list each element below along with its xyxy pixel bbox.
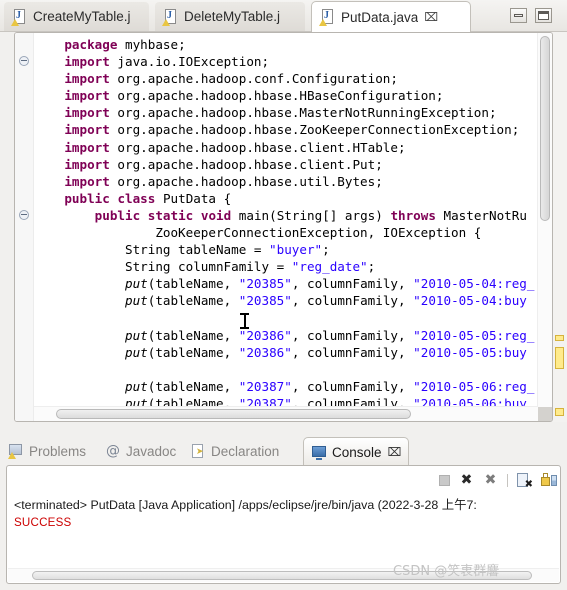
warning-marker[interactable] — [555, 408, 564, 416]
scroll-lock-icon[interactable] — [541, 472, 557, 488]
code-line: import org.apache.hadoop.hbase.HBaseConf… — [64, 88, 444, 104]
code-line: public static void main(String[] args) t… — [94, 207, 527, 223]
code-line: package myhbase; — [64, 37, 186, 52]
editor-horizontal-scrollbar[interactable] — [34, 406, 538, 421]
code-line: ZooKeeperConnectionException, IOExceptio… — [34, 225, 482, 241]
editor-tab-putdata[interactable]: J PutData.java ⌧ — [311, 1, 471, 32]
code-line: import org.apache.hadoop.hbase.util.Byte… — [64, 173, 383, 189]
code-viewport[interactable]: package myhbase; import java.io.IOExcept… — [34, 33, 538, 407]
declaration-icon: ➤ — [190, 443, 206, 459]
console-tab-bar: Problems @ Javadoc ➤ Declaration Console… — [0, 437, 567, 466]
editor-vertical-scrollbar-thumb[interactable] — [540, 36, 550, 221]
tab-label: Declaration — [211, 443, 280, 459]
maximize-icon[interactable] — [535, 8, 552, 23]
java-file-warning-icon: J — [162, 8, 178, 26]
tab-declaration[interactable]: ➤ Declaration — [190, 437, 279, 465]
tab-close-icon[interactable]: ⌧ — [424, 10, 438, 24]
tab-problems[interactable]: Problems — [8, 437, 86, 465]
code-line: import org.apache.hadoop.hbase.ZooKeeper… — [64, 122, 520, 138]
toolbar-separator — [507, 473, 508, 487]
editor-vertical-scrollbar[interactable] — [537, 33, 552, 407]
editor-tab-label: PutData.java — [341, 9, 419, 25]
code-line: import org.apache.hadoop.hbase.client.Pu… — [64, 156, 383, 172]
console-icon — [311, 445, 327, 460]
tab-label: Console — [332, 444, 382, 460]
code-line: import java.io.IOException; — [64, 54, 270, 70]
warning-marker[interactable] — [555, 335, 564, 341]
java-file-warning-icon: J — [11, 8, 27, 26]
tab-label: Javadoc — [126, 443, 177, 459]
tab-console[interactable]: Console ⌧ — [303, 437, 410, 466]
terminate-icon[interactable] — [439, 474, 450, 486]
folding-gutter[interactable] — [15, 33, 34, 421]
tab-label: Problems — [29, 443, 87, 459]
console-toolbar: ✖ ✖ ✖ — [439, 470, 557, 490]
editor-tab-label: DeleteMyTable.j — [184, 9, 281, 24]
text-cursor-icon — [240, 313, 249, 329]
code-line: put(tableName, "20387", columnFamily, "2… — [125, 378, 535, 394]
remove-launch-icon[interactable]: ✖ — [459, 472, 474, 488]
code-line: public class PutData { — [64, 190, 232, 206]
editor-tab-createmytable[interactable]: J CreateMyTable.j — [4, 2, 149, 31]
editor-horizontal-scrollbar-thumb[interactable] — [56, 409, 411, 419]
code-line: import org.apache.hadoop.conf.Configurat… — [64, 71, 398, 87]
source-code[interactable]: package myhbase; import java.io.IOExcept… — [34, 36, 534, 407]
code-line: put(tableName, "20386", columnFamily, "2… — [125, 327, 535, 343]
problems-icon — [8, 443, 24, 459]
javadoc-icon: @ — [106, 442, 120, 459]
editor-part: J CreateMyTable.j J DeleteMyTable.j J Pu… — [0, 0, 567, 437]
editor-tab-label: CreateMyTable.j — [33, 9, 131, 24]
code-line: String tableName = "buyer"; — [34, 242, 330, 258]
code-line: import org.apache.hadoop.hbase.client.HT… — [64, 139, 406, 155]
console-terminated-line: <terminated> PutData [Java Application] … — [14, 498, 477, 512]
warning-marker[interactable] — [555, 347, 564, 369]
code-line: put(tableName, "20385", columnFamily, "2… — [125, 293, 527, 309]
console-output[interactable]: <terminated> PutData [Java Application] … — [14, 496, 554, 532]
code-line: import org.apache.hadoop.hbase.MasterNot… — [64, 105, 497, 121]
java-file-warning-icon: J — [319, 9, 335, 26]
annotation-overview-ruler[interactable] — [553, 32, 567, 422]
code-line: put(tableName, "20385", columnFamily, "2… — [125, 276, 535, 292]
remove-all-launches-icon[interactable]: ✖ — [483, 472, 498, 488]
scrollbar-corner — [538, 407, 552, 421]
code-line: put(tableName, "20386", columnFamily, "2… — [125, 344, 527, 360]
minimize-icon[interactable] — [510, 8, 527, 23]
code-editor-frame: package myhbase; import java.io.IOExcept… — [14, 32, 553, 422]
fold-marker-icon[interactable] — [19, 210, 29, 220]
clear-console-icon[interactable]: ✖ — [517, 472, 533, 489]
console-success-line: SUCCESS — [14, 516, 72, 529]
code-line: String columnFamily = "reg_date"; — [34, 259, 376, 275]
watermark: CSDN @笑衷群麘 — [393, 564, 500, 579]
editor-tab-deletemytable[interactable]: J DeleteMyTable.j — [155, 2, 305, 31]
editor-tab-bar: J CreateMyTable.j J DeleteMyTable.j J Pu… — [0, 0, 567, 32]
tab-close-icon[interactable]: ⌧ — [388, 445, 402, 459]
tab-javadoc[interactable]: @ Javadoc — [105, 437, 176, 465]
fold-marker-icon[interactable] — [19, 56, 29, 67]
